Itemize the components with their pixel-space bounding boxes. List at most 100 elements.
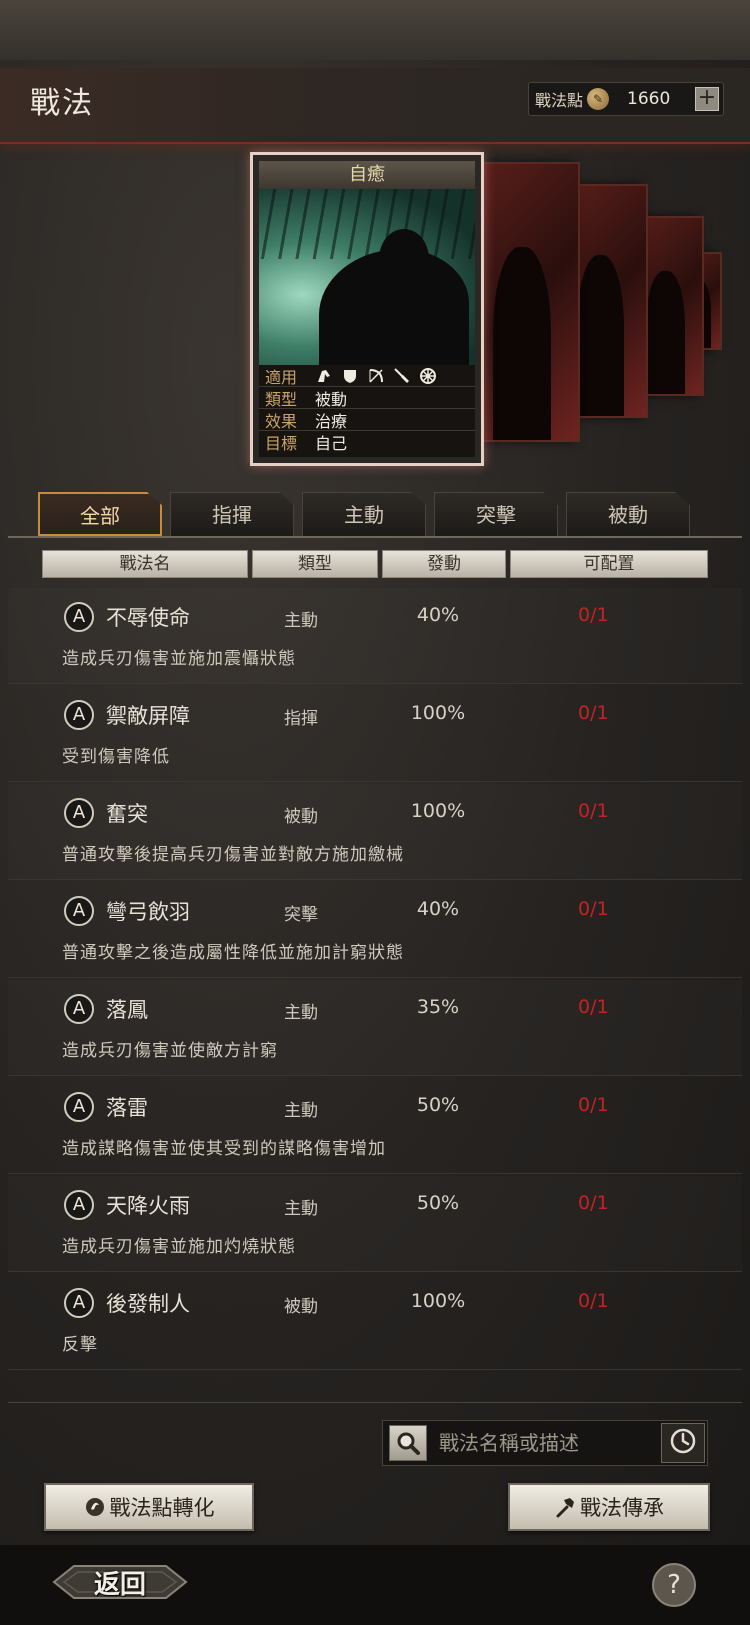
grade-badge: A [64,1288,94,1318]
skill-trigger-rate: 40% [416,604,460,626]
convert-icon [84,1496,106,1518]
search-icon[interactable] [389,1425,427,1461]
skill-card-back-1[interactable] [470,162,580,442]
inherit-skill-button[interactable]: 戰法傳承 [508,1483,710,1531]
skill-available-count: 0/1 [578,800,609,822]
archer-icon [367,367,385,385]
grade-badge: A [64,700,94,730]
card-info-key: 類型 [265,389,298,409]
skill-row[interactable]: A 彎弓飲羽 突擊 40% 0/1 普通攻擊之後造成屬性降低並施加計窮狀態 [8,882,742,978]
card-info-key: 目標 [265,434,298,453]
skill-name: 落雷 [106,1096,148,1120]
skill-available-count: 0/1 [578,898,609,920]
skill-row[interactable]: A 天降火雨 主動 50% 0/1 造成兵刃傷害並施加灼燒狀態 [8,1176,742,1272]
skill-description: 造成兵刃傷害並施加震懾狀態 [62,649,296,669]
skill-row[interactable]: A 禦敵屏障 指揮 100% 0/1 受到傷害降低 [8,686,742,782]
cavalry-icon [315,367,333,385]
back-button[interactable]: 返回 [50,1560,190,1604]
skill-name: 天降火雨 [106,1194,190,1218]
shield-icon [341,367,359,385]
skill-type: 被動 [284,1297,318,1317]
skill-name: 彎弓飲羽 [106,900,190,924]
tab-active[interactable]: 主動 [302,492,426,536]
grade-badge: A [64,1190,94,1220]
skill-name: 奮突 [106,802,148,826]
skill-description: 造成謀略傷害並使其受到的謀略傷害增加 [62,1139,386,1159]
search-input[interactable] [439,1427,639,1459]
skill-row[interactable]: A 不辱使命 主動 40% 0/1 造成兵刃傷害並施加震懾狀態 [8,588,742,684]
skill-type: 被動 [284,807,318,827]
skill-description: 普通攻擊之後造成屬性降低並施加計窮狀態 [62,943,404,963]
tab-all[interactable]: 全部 [38,492,162,536]
grade-badge: A [64,994,94,1024]
skill-type: 主動 [284,611,318,631]
list-bottom-divider [8,1402,742,1403]
skill-trigger-rate: 35% [416,996,460,1018]
column-header-available[interactable]: 可配置 [510,550,708,578]
skill-description: 反擊 [62,1335,98,1355]
skill-available-count: 0/1 [578,702,609,724]
card-info-value: 自己 [315,434,348,453]
skill-row[interactable]: A 落鳳 主動 35% 0/1 造成兵刃傷害並使敵方計窮 [8,980,742,1076]
tactic-points-label: 戰法點 [535,91,584,110]
skill-available-count: 0/1 [578,996,609,1018]
card-info-value: 治療 [315,411,348,431]
search-bar [382,1420,708,1466]
spear-icon [393,367,411,385]
clock-icon [669,1427,697,1459]
tactic-points-icon: ✎ [587,88,610,110]
tactic-points-panel: 戰法點 ✎ 1660 + [528,82,724,116]
skill-type: 指揮 [284,709,318,729]
hammer-icon [554,1496,576,1518]
tactic-points-value: 1660 [627,89,671,109]
page-title: 戰法 [30,86,94,121]
convert-points-button[interactable]: 戰法點轉化 [44,1483,254,1531]
skill-list[interactable]: A 不辱使命 主動 40% 0/1 造成兵刃傷害並施加震懾狀態 A 禦敵屏障 指… [8,588,742,1400]
unit-type-icons [309,367,445,385]
skill-available-count: 0/1 [578,604,609,626]
skill-available-count: 0/1 [578,1094,609,1116]
skill-trigger-rate: 50% [416,1094,460,1116]
skill-type: 主動 [284,1003,318,1023]
skill-name: 不辱使命 [106,606,190,630]
skill-trigger-rate: 50% [416,1192,460,1214]
card-info-key: 適用 [265,367,298,387]
skill-description: 造成兵刃傷害並施加灼燒狀態 [62,1237,296,1257]
skill-row[interactable]: A 奮突 被動 100% 0/1 普通攻擊後提高兵刃傷害並對敵方施加繳械 [8,784,742,880]
siege-icon [419,367,437,385]
grade-badge: A [64,798,94,828]
skill-name: 後發制人 [106,1292,190,1316]
tab-passive[interactable]: 被動 [566,492,690,536]
tab-command[interactable]: 指揮 [170,492,294,536]
skill-available-count: 0/1 [578,1192,609,1214]
column-header-rate[interactable]: 發動 [382,550,506,578]
skill-row[interactable]: A 落雷 主動 50% 0/1 造成謀略傷害並使其受到的謀略傷害增加 [8,1078,742,1174]
skill-type: 突擊 [284,905,318,925]
card-info-key: 效果 [265,411,298,431]
grade-badge: A [64,602,94,632]
skill-available-count: 0/1 [578,1290,609,1312]
inherit-skill-label: 戰法傳承 [580,1496,664,1520]
skill-trigger-rate: 100% [410,800,466,822]
card-info-value: 被動 [315,389,348,409]
skill-row[interactable]: A 後發制人 被動 100% 0/1 反擊 [8,1274,742,1370]
card-title: 自癒 [259,161,475,189]
card-artwork [259,189,475,365]
help-button[interactable]: ? [652,1563,696,1607]
column-header-name[interactable]: 戰法名 [42,550,248,578]
add-points-button[interactable]: + [695,87,719,111]
card-info-panel: 適用 類型 被動 效果 治療 目標 自己 [259,365,475,457]
skill-description: 普通攻擊後提高兵刃傷害並對敵方施加繳械 [62,845,404,865]
skill-card-carousel[interactable]: 自癒 適用 類型 被動 效果 治療 目標 自己 [250,152,750,472]
column-header-type[interactable]: 類型 [252,550,378,578]
skill-description: 造成兵刃傷害並使敵方計窮 [62,1041,278,1061]
top-backdrop [0,0,750,60]
skill-trigger-rate: 100% [410,702,466,724]
selected-skill-card[interactable]: 自癒 適用 類型 被動 效果 治療 目標 自己 [250,152,484,466]
convert-points-label: 戰法點轉化 [109,1496,215,1520]
tabs-divider [8,536,742,538]
skill-name: 禦敵屏障 [106,704,190,728]
skill-trigger-rate: 40% [416,898,460,920]
tab-assault[interactable]: 突擊 [434,492,558,536]
history-button[interactable] [661,1423,705,1463]
